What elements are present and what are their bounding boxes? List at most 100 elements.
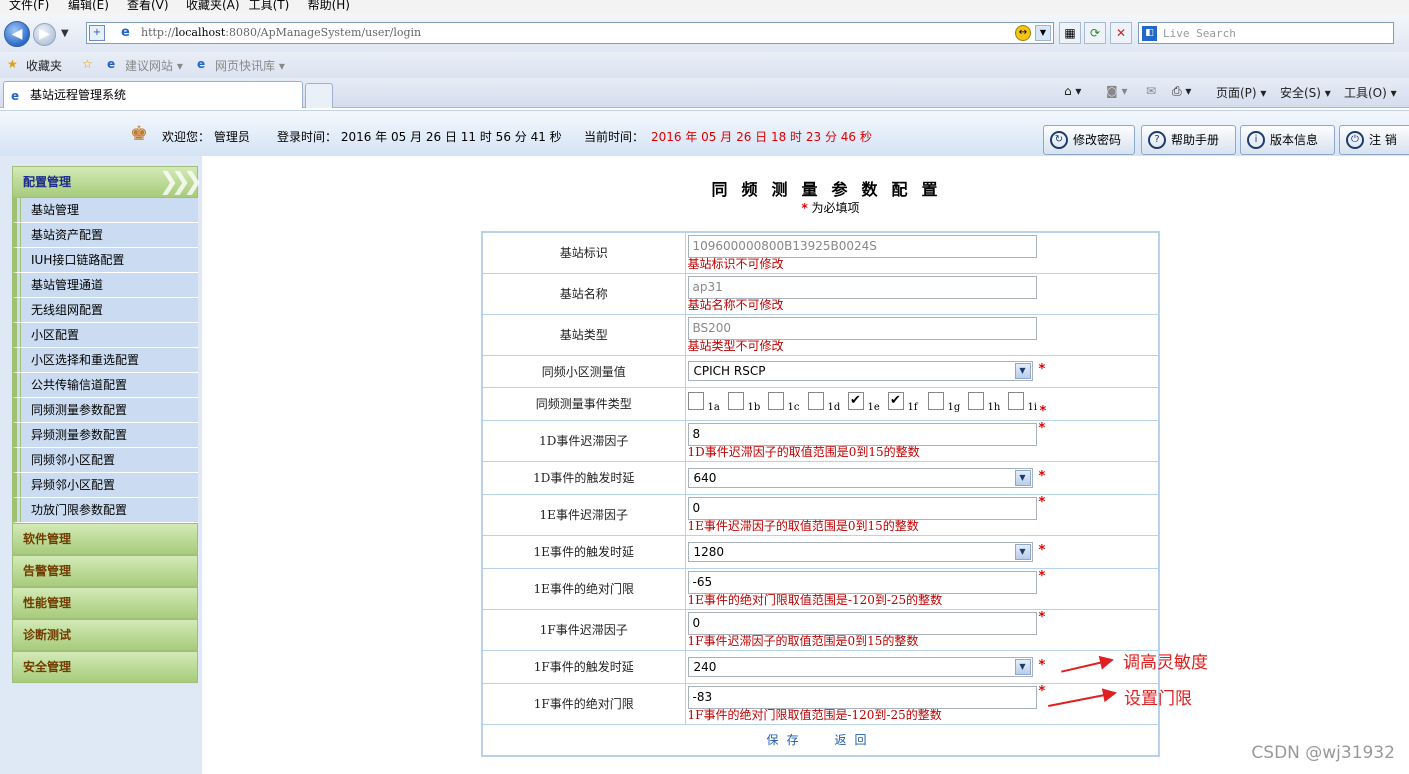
tab-active[interactable]: e 基站远程管理系统 [3,81,303,108]
config-form: 基站标识 109600000800B13925B0024S 基站标识不可修改 基站… [481,231,1160,757]
menu-view[interactable]: 查看(V) [127,0,177,11]
sidebar-item[interactable]: 功放门限参数配置 [12,498,198,523]
time-to-trigger-1e-select[interactable]: 1280 ▼ [687,541,1033,562]
back-button[interactable]: ◀ [4,21,30,47]
save-link[interactable]: 保存 [766,733,806,747]
field-hint: 1F事件迟滞因子的取值范围是0到15的整数 [687,633,919,648]
home-icon[interactable]: ⌂ ▾ [1064,84,1081,98]
sidebar-item[interactable]: 异频测量参数配置 [12,423,198,448]
hysteresis-1f-input[interactable]: 0 [687,611,1037,635]
back-link[interactable]: 返回 [835,733,875,747]
field-label: 1D事件的触发时延 [481,460,686,495]
sidebar-item[interactable]: 小区选择和重选配置 [12,348,198,373]
field-hint: 1F事件的绝对门限取值范围是-120到-25的整数 [687,707,942,722]
event-type-checkbox-1a[interactable]: 1a [687,389,728,415]
print-icon[interactable]: ⎙ ▾ [1172,84,1191,99]
required-star: * [1038,361,1046,377]
hysteresis-1d-input[interactable]: 8 [687,422,1037,446]
safety-menu[interactable]: 安全(S) ▾ [1280,84,1331,101]
menu-edit[interactable]: 编辑(E) [68,0,118,11]
field-label: 基站类型 [481,313,686,356]
checkbox[interactable] [927,391,944,410]
bs-type-input[interactable]: BS200 [687,316,1037,340]
add-favorite-icon[interactable]: ☆ [82,57,93,71]
sidebar-section-alarm[interactable]: 告警管理 [12,555,198,587]
event-type-checkbox-1f[interactable]: ✔ 1f [887,389,928,415]
sidebar-section-diagnostics[interactable]: 诊断测试 [12,619,198,651]
menu-help[interactable]: 帮助(H) [308,0,358,11]
address-dropdown-icon[interactable]: ▼ [1035,25,1051,41]
logout-button[interactable]: ⏻ 注 销 [1339,125,1409,155]
menu-tools[interactable]: 工具(T) [249,0,299,11]
checkbox[interactable] [1007,391,1024,410]
checkbox[interactable] [807,391,824,410]
checkbox[interactable]: ✔ [847,391,864,410]
measurement-quantity-select[interactable]: CPICH RSCP ▼ [687,361,1033,381]
time-to-trigger-1d-select[interactable]: 640 ▼ [687,467,1033,488]
required-star: * [1038,657,1046,673]
sidebar-section-config[interactable]: 配置管理 ❯❯❯ [12,166,203,198]
required-star: * [1038,683,1046,699]
menu-file[interactable]: 文件(F) [9,0,59,11]
event-type-checkbox-1h[interactable]: 1h [967,389,1008,415]
compat-view-icon[interactable]: ▦ [1059,22,1081,44]
sidebar-section-software[interactable]: 软件管理 [12,523,198,555]
hysteresis-1e-input[interactable]: 0 [687,496,1037,520]
bs-name-input[interactable]: ap31 [687,275,1037,299]
new-tab-button[interactable] [305,83,333,108]
time-to-trigger-1f-select[interactable]: 240 ▼ [687,656,1033,677]
sidebar-item[interactable]: 基站资产配置 [12,223,198,248]
ie-icon: e [107,57,116,71]
suggested-sites[interactable]: 建议网站 ▾ [125,57,183,74]
sidebar-item[interactable]: IUH接口链路配置 [12,248,198,273]
sidebar-section-performance[interactable]: 性能管理 [12,587,198,619]
checkbox[interactable]: ✔ [887,391,904,410]
event-type-checkbox-1b[interactable]: 1b [727,389,768,415]
sidebar-item[interactable]: 基站管理 [12,198,198,223]
absolute-threshold-1e-input[interactable]: -65 [687,570,1037,594]
address-toolbar: ◀ ▶ ▼ + e http://localhost:8080/ApManage… [0,14,1409,52]
change-password-button[interactable]: ↻ 修改密码 [1043,125,1135,155]
search-box[interactable]: ◧ Live Search [1138,22,1394,44]
web-slice-gallery[interactable]: 网页快讯库 ▾ [215,57,285,74]
checkbox[interactable] [727,391,744,410]
checkbox[interactable] [767,391,784,410]
required-star: * [1038,468,1046,484]
help-manual-button[interactable]: ? 帮助手册 [1141,125,1236,155]
chevron-down-icon: ▼ [1014,363,1031,379]
event-type-checkbox-1d[interactable]: 1d [807,389,848,415]
event-type-checkbox-1g[interactable]: 1g [927,389,968,415]
version-info-button[interactable]: i 版本信息 [1240,125,1335,155]
forward-button[interactable]: ▶ [33,23,56,46]
sidebar-item[interactable]: 同频测量参数配置 [12,398,198,423]
menu-favorites[interactable]: 收藏夹(A) [186,0,240,11]
checkbox[interactable] [967,391,984,410]
checkbox[interactable] [687,391,704,410]
event-type-checkbox-1e[interactable]: ✔ 1e [847,389,888,415]
bs-id-input[interactable]: 109600000800B13925B0024S [687,234,1037,258]
sidebar-item[interactable]: 小区配置 [12,323,198,348]
sidebar-section-security[interactable]: 安全管理 [12,651,198,683]
field-hint: 1E事件迟滞因子的取值范围是0到15的整数 [687,518,919,533]
address-bar[interactable]: + e http://localhost:8080/ApManageSystem… [86,22,1054,44]
sidebar-item[interactable]: 公共传输信道配置 [12,373,198,398]
sidebar-item[interactable]: 异频邻小区配置 [12,473,198,498]
feeds-icon[interactable]: ◙ ▾ [1106,84,1127,98]
tools-menu[interactable]: 工具(O) ▾ [1344,84,1397,101]
sidebar-item[interactable]: 基站管理通道 [12,273,198,298]
favorites-button[interactable]: 收藏夹 [26,57,62,74]
stop-icon[interactable]: ✕ [1110,22,1132,44]
mail-icon[interactable]: ✉ [1146,84,1156,98]
history-dropdown-icon[interactable]: ▼ [61,28,69,39]
event-type-checkbox-1i[interactable]: 1i [1007,389,1040,415]
welcome-text: 欢迎您： 管理员 [162,130,250,144]
page-menu[interactable]: 页面(P) ▾ [1216,84,1266,101]
event-type-checkbox-1c[interactable]: 1c [767,389,808,415]
compat-go-icon[interactable]: ↔ [1015,25,1031,41]
sidebar-item[interactable]: 同频邻小区配置 [12,448,198,473]
sidebar-item[interactable]: 无线组网配置 [12,298,198,323]
address-url[interactable]: http://localhost:8080/ApManageSystem/use… [141,26,421,39]
absolute-threshold-1f-input[interactable]: -83 [687,685,1037,709]
add-icon[interactable]: + [89,25,105,41]
refresh-icon[interactable]: ⟳ [1084,22,1106,44]
